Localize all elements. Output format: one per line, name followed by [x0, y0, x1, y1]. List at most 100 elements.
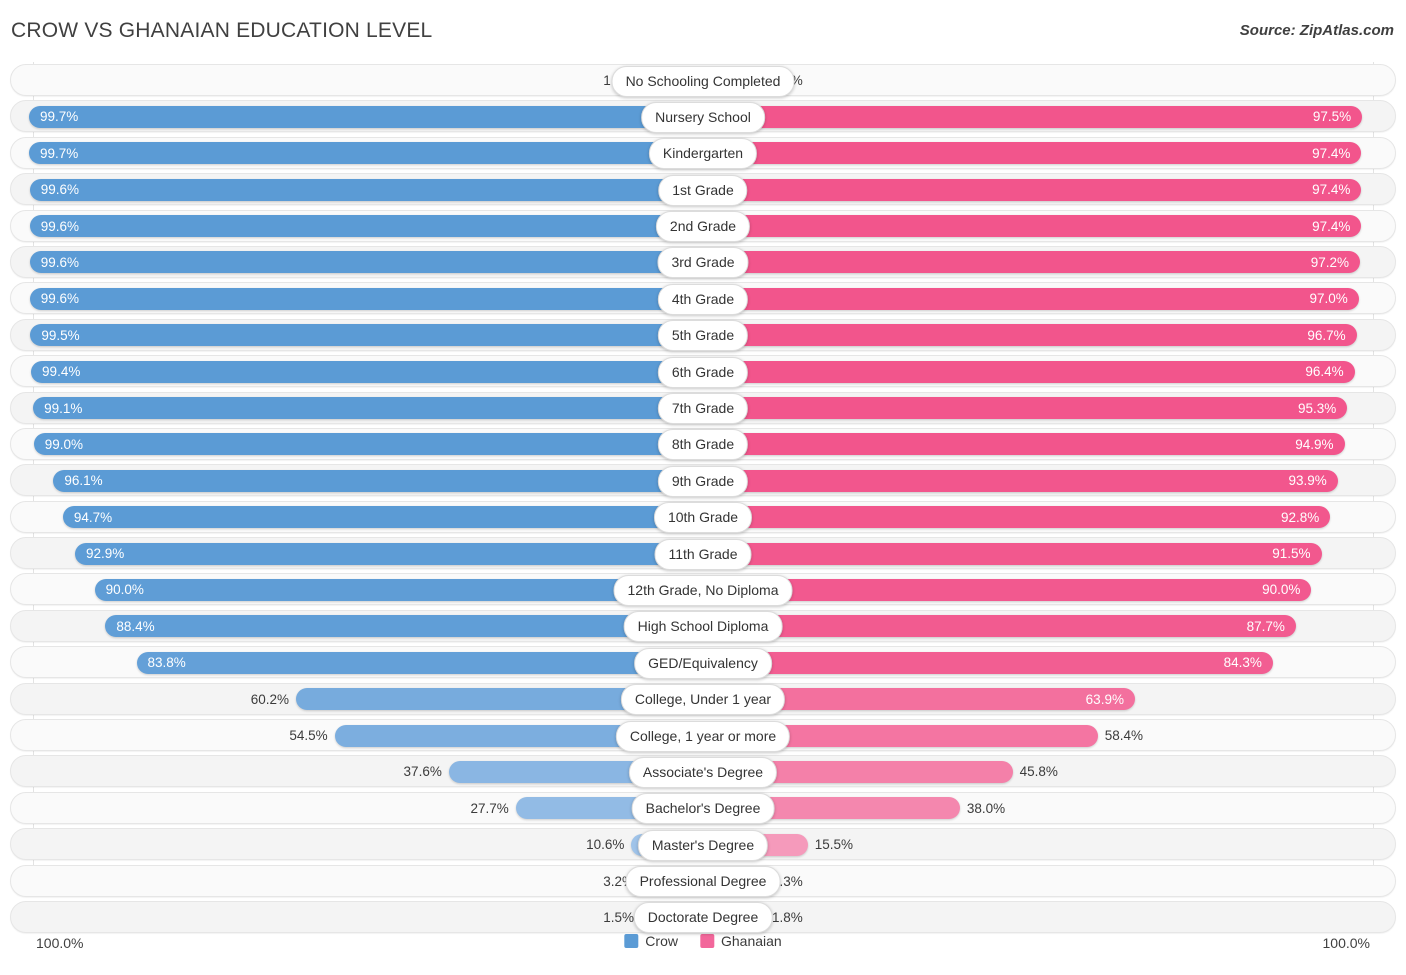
bar-ghanaian-fill [703, 397, 1348, 420]
category-label[interactable]: No Schooling Completed [611, 65, 795, 97]
bar-crow-fill [29, 287, 703, 310]
category-label[interactable]: GED/Equivalency [634, 647, 772, 679]
category-label[interactable]: 1st Grade [658, 174, 748, 206]
bar-ghanaian [703, 142, 1362, 165]
bar-row: 27.7% 38.0% Bachelor's Degree [0, 790, 1406, 826]
bar-row: 99.6% 97.4% 2nd Grade [0, 208, 1406, 244]
bar-crow [136, 651, 703, 674]
bar-crow-fill [62, 506, 703, 529]
bar-row: 99.6% 97.2% 3rd Grade [0, 244, 1406, 280]
value-label-ghanaian: 38.0% [966, 800, 1006, 816]
bar-ghanaian-fill [703, 615, 1296, 638]
value-label-ghanaian: 97.4% [1312, 218, 1351, 234]
bar-ghanaian [703, 287, 1359, 310]
bar-ghanaian-fill [703, 324, 1357, 347]
value-label-ghanaian: 84.3% [1223, 655, 1262, 671]
category-label[interactable]: 5th Grade [657, 320, 749, 352]
category-label[interactable]: 8th Grade [657, 429, 749, 461]
value-label-crow: 94.7% [73, 509, 113, 525]
category-label[interactable]: Bachelor's Degree [631, 793, 775, 825]
bar-ghanaian-fill [703, 142, 1362, 165]
bar-crow-fill [29, 178, 703, 201]
bar-ghanaian-fill [703, 178, 1362, 201]
category-label[interactable]: College, Under 1 year [620, 684, 786, 716]
value-label-crow: 99.7% [40, 109, 79, 125]
bar-crow-fill [29, 215, 703, 238]
category-label[interactable]: 2nd Grade [655, 211, 751, 243]
bar-ghanaian [703, 324, 1357, 347]
bar-row: 99.0% 94.9% 8th Grade [0, 426, 1406, 462]
bar-crow [33, 397, 703, 420]
bar-ghanaian-fill [703, 287, 1359, 310]
value-label-ghanaian: 97.5% [1312, 109, 1352, 125]
chart-plot-area: 1.6%2.6%No Schooling Completed 99.7% 97.5%… [0, 62, 1406, 937]
value-label-crow: 99.4% [42, 364, 81, 380]
category-label[interactable]: Master's Degree [637, 829, 769, 861]
bar-row: 10.6% 15.5% Master's Degree [0, 826, 1406, 862]
category-label[interactable]: College, 1 year or more [615, 720, 791, 752]
bar-crow-fill [33, 397, 703, 420]
category-label[interactable]: 7th Grade [657, 393, 749, 425]
category-label[interactable]: Associate's Degree [628, 756, 778, 788]
bar-ghanaian [703, 178, 1362, 201]
value-label-crow: 99.6% [40, 182, 79, 198]
value-label-crow: 99.1% [44, 400, 83, 416]
bar-row: 90.0% 90.0% 12th Grade, No Diploma [0, 571, 1406, 607]
bar-row: 1.5% 1.8% Doctorate Degree [0, 899, 1406, 935]
value-label-crow: 60.2% [250, 691, 290, 707]
value-label-crow: 99.7% [40, 145, 79, 161]
bar-ghanaian-fill [703, 215, 1362, 238]
category-label[interactable]: 9th Grade [657, 465, 749, 497]
bar-row: 83.8% 84.3% GED/Equivalency [0, 644, 1406, 680]
bar-row: 99.6% 97.4% 1st Grade [0, 171, 1406, 207]
value-label-ghanaian: 91.5% [1272, 546, 1311, 562]
value-label-crow: 99.6% [40, 218, 79, 234]
bar-ghanaian [703, 542, 1322, 565]
category-label[interactable]: Kindergarten [648, 138, 758, 170]
legend-swatch-icon [624, 934, 639, 948]
bar-ghanaian-fill [703, 105, 1363, 128]
bar-ghanaian [703, 105, 1363, 128]
bar-crow [29, 287, 703, 310]
bar-crow [53, 469, 703, 492]
value-label-ghanaian: 63.9% [1085, 691, 1124, 707]
axis-label-right: 100.0% [1322, 935, 1370, 951]
bar-ghanaian [703, 651, 1273, 674]
bar-crow-fill [75, 542, 703, 565]
bar-crow [29, 251, 703, 274]
category-label[interactable]: 11th Grade [654, 538, 752, 570]
value-label-ghanaian: 97.0% [1309, 291, 1348, 307]
category-label[interactable]: Doctorate Degree [633, 902, 773, 934]
bar-crow [33, 433, 703, 456]
category-label[interactable]: 12th Grade, No Diploma [613, 574, 793, 606]
legend-item[interactable]: Crow [624, 933, 678, 949]
value-label-ghanaian: 90.0% [1262, 582, 1301, 598]
bar-ghanaian-fill [703, 469, 1338, 492]
bar-crow [29, 105, 703, 128]
bar-row: 99.1% 95.3% 7th Grade [0, 390, 1406, 426]
bar-ghanaian-fill [703, 542, 1322, 565]
legend-item[interactable]: Ghanaian [699, 933, 782, 949]
bar-ghanaian [703, 469, 1338, 492]
value-label-ghanaian: 93.9% [1288, 473, 1327, 489]
category-label[interactable]: Professional Degree [625, 866, 781, 898]
bar-row: 99.7% 97.5% Nursery School [0, 98, 1406, 134]
category-label[interactable]: Nursery School [641, 101, 765, 133]
category-label[interactable]: 6th Grade [657, 356, 749, 388]
value-label-crow: 90.0% [105, 582, 144, 598]
value-label-crow: 10.6% [586, 837, 625, 853]
bar-ghanaian-fill [703, 360, 1355, 383]
category-label[interactable]: 4th Grade [657, 283, 749, 315]
bar-crow [30, 324, 703, 347]
bar-crow [94, 578, 703, 601]
category-label[interactable]: High School Diploma [623, 611, 783, 643]
category-label[interactable]: 10th Grade [653, 502, 753, 534]
bar-row: 1.6%2.6%No Schooling Completed [0, 62, 1406, 98]
bar-ghanaian [703, 433, 1345, 456]
value-label-crow: 37.6% [403, 764, 442, 780]
category-label[interactable]: 3rd Grade [657, 247, 749, 279]
bar-crow-fill [29, 105, 703, 128]
bar-row: 99.4% 96.4% 6th Grade [0, 353, 1406, 389]
page-title: CROW VS GHANAIAN EDUCATION LEVEL [11, 19, 433, 42]
value-label-ghanaian: 94.9% [1295, 436, 1334, 452]
